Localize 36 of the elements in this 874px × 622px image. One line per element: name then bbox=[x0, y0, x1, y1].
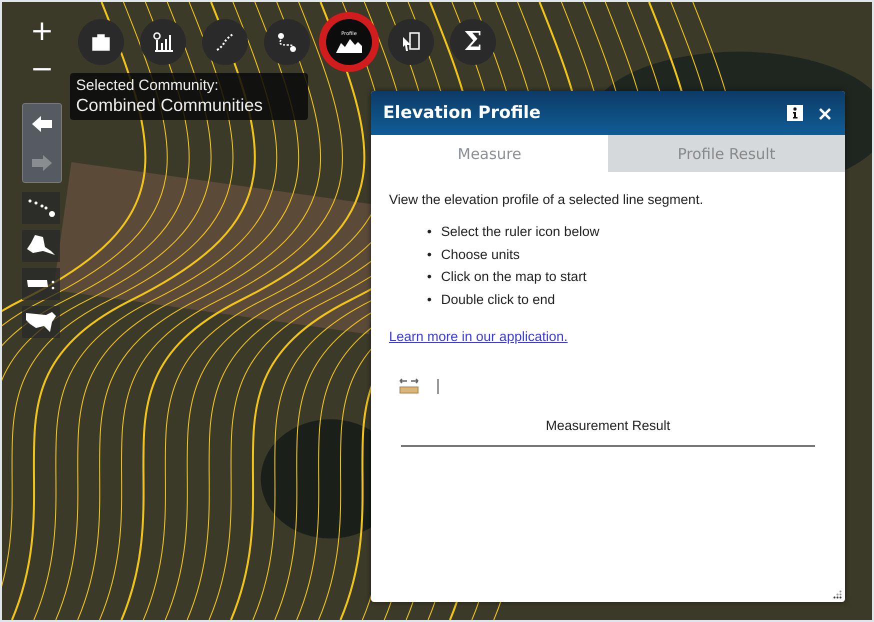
hawaii-extent-button[interactable] bbox=[22, 192, 60, 224]
info-button[interactable] bbox=[787, 105, 803, 121]
mountain-icon bbox=[336, 37, 362, 53]
islands-map-icon bbox=[26, 197, 56, 219]
close-icon bbox=[819, 108, 831, 120]
instruction-step: Click on the map to start bbox=[441, 266, 587, 288]
bullet: • bbox=[427, 268, 433, 286]
result-heading: Measurement Result bbox=[544, 418, 672, 433]
tooltip-title: Selected Community: bbox=[76, 77, 220, 94]
puerto-rico-extent-button[interactable] bbox=[22, 268, 60, 300]
usa-extent-button[interactable] bbox=[22, 306, 60, 338]
cursor-document-icon bbox=[400, 31, 422, 53]
instruction-step: Select the ruler icon below bbox=[441, 221, 600, 244]
route-icon bbox=[275, 31, 299, 53]
instruction-step: Choose units bbox=[441, 244, 520, 266]
right-arrow-icon bbox=[31, 154, 53, 172]
instruction-step: Double click to end bbox=[441, 288, 556, 311]
dotted-line-icon bbox=[214, 31, 236, 53]
alaska-extent-button[interactable] bbox=[22, 230, 60, 262]
island-map-icon bbox=[25, 277, 57, 291]
bullet: • bbox=[427, 246, 433, 264]
resize-grip-icon bbox=[833, 590, 842, 599]
toolbox-icon bbox=[90, 32, 112, 52]
bullet: • bbox=[427, 223, 433, 241]
ruler-icon bbox=[399, 378, 419, 394]
bullet: • bbox=[427, 290, 433, 308]
ruler-button[interactable] bbox=[399, 378, 419, 394]
learn-more-link[interactable]: Learn more in our application. bbox=[389, 329, 568, 344]
left-arrow-icon bbox=[31, 114, 53, 132]
pin-bar-chart-icon bbox=[152, 31, 174, 53]
tooltip-value: Combined Communities bbox=[76, 95, 264, 116]
intro-text: View the elevation profile of a selected line segment. bbox=[389, 192, 704, 207]
zoom-in-button[interactable]: + bbox=[30, 18, 54, 44]
zoom-out-button[interactable]: − bbox=[30, 56, 54, 82]
country-map-icon bbox=[24, 310, 58, 334]
panel-title: Elevation Profile bbox=[383, 103, 542, 123]
